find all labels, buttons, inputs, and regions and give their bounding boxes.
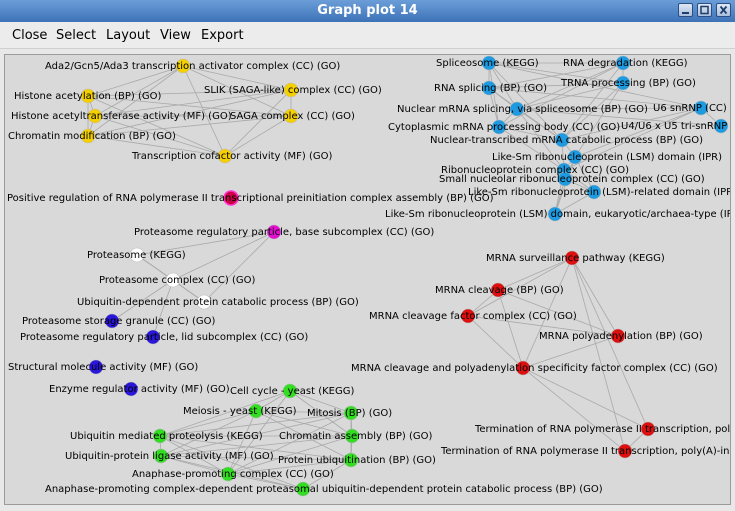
node-label: Small nucleolar ribonucleoprotein comple…	[439, 174, 705, 185]
node-label: RNA splicing (BP) (GO)	[434, 83, 547, 94]
node-label: Protein ubiquitination (BP) (GO)	[278, 455, 436, 466]
graph-edge	[571, 257, 619, 337]
node-label: Enzyme regulator activity (MF) (GO)	[49, 384, 230, 395]
node-label: Chromatin assembly (BP) (GO)	[279, 431, 432, 442]
window-titlebar: Graph plot 14	[0, 0, 735, 22]
node-label: Positive regulation of RNA polymerase II…	[7, 193, 494, 204]
node-label: RNA degradation (KEGG)	[563, 58, 688, 69]
graph-svg[interactable]: Ada2/Gcn5/Ada3 transcription activator c…	[5, 55, 730, 504]
menu-layout[interactable]: Layout	[106, 28, 150, 43]
window-title: Graph plot 14	[317, 3, 418, 18]
node-label: Histone acetylation (BP) (GO)	[14, 91, 161, 102]
node-label: MRNA polyadenylation (BP) (GO)	[539, 331, 703, 342]
graph-edge	[224, 115, 292, 157]
node-label: Termination of RNA polymerase II transcr…	[474, 424, 730, 435]
node-label: Ubiquitin mediated proteolysis (KEGG)	[70, 431, 263, 442]
node-label: Cell cycle - yeast (KEGG)	[230, 386, 354, 397]
node-label: Ada2/Gcn5/Ada3 transcription activator c…	[45, 61, 340, 72]
node-label: Proteasome complex (CC) (GO)	[99, 275, 255, 286]
node-label: TRNA processing (BP) (GO)	[560, 78, 696, 89]
node-label: Nuclear-transcribed mRNA catabolic proce…	[430, 135, 703, 146]
node-label: Ubiquitin-dependent protein catabolic pr…	[77, 297, 359, 308]
node-label: Termination of RNA polymerase II transcr…	[440, 446, 730, 457]
node-label: Anaphase-promoting complex-dependent pro…	[45, 484, 603, 495]
node-label: U4/U6 x U5 tri-snRNP	[621, 121, 727, 132]
node-label: SAGA complex (CC) (GO)	[230, 111, 355, 122]
node-label: SLIK (SAGA-like) complex (CC) (GO)	[204, 85, 382, 96]
graph-edge	[522, 367, 649, 430]
node-label: Transcription cofactor activity (MF) (GO…	[131, 151, 333, 162]
node-label: Like-Sm ribonucleoprotein (LSM)-related …	[468, 187, 730, 198]
close-icon[interactable]	[716, 3, 731, 17]
node-label: Like-Sm ribonucleoprotein (LSM) domain, …	[385, 209, 730, 220]
menu-export[interactable]: Export	[201, 28, 244, 43]
node-label: U6 snRNP (CC)	[653, 103, 727, 114]
graph-edge	[172, 231, 275, 281]
menu-select[interactable]: Select	[56, 28, 96, 43]
menu-close[interactable]: Close	[12, 28, 47, 43]
menu-bar: Close Select Layout View Export	[0, 22, 735, 49]
node-label: MRNA cleavage factor complex (CC) (GO)	[369, 311, 577, 322]
node-label: MRNA surveillance pathway (KEGG)	[486, 253, 665, 264]
graph-edge	[152, 279, 174, 338]
node-label: Structural molecule activity (MF) (GO)	[8, 362, 198, 373]
node-label: Proteasome regulatory particle, base sub…	[134, 227, 434, 238]
graph-edge	[203, 231, 275, 303]
minimize-icon[interactable]	[678, 3, 693, 17]
graph-edge	[522, 367, 626, 452]
node-label: MRNA cleavage (BP) (GO)	[435, 285, 564, 296]
graph-edge	[571, 257, 626, 452]
maximize-icon[interactable]	[697, 3, 712, 17]
node-label: Histone acetyltransferase activity (MF) …	[11, 111, 232, 122]
graph-edge	[224, 89, 292, 157]
node-label: Mitosis (BP) (GO)	[307, 408, 392, 419]
node-label: Chromatin modification (BP) (GO)	[8, 131, 176, 142]
node-label: Anaphase-promoting complex (CC) (GO)	[132, 469, 334, 480]
node-label: Proteasome storage granule (CC) (GO)	[22, 316, 215, 327]
node-label: Like-Sm ribonucleoprotein (LSM) domain (…	[492, 152, 722, 163]
node-label: Proteasome regulatory particle, lid subc…	[20, 332, 308, 343]
node-label: Proteasome (KEGG)	[87, 250, 186, 261]
menu-view[interactable]: View	[160, 28, 191, 43]
node-label: Nuclear mRNA splicing, via spliceosome (…	[397, 104, 648, 115]
node-label: Meiosis - yeast (KEGG)	[183, 406, 297, 417]
node-label: Spliceosome (KEGG)	[436, 58, 539, 69]
node-label: Ubiquitin-protein ligase activity (MF) (…	[65, 451, 274, 462]
graph-canvas[interactable]: Ada2/Gcn5/Ada3 transcription activator c…	[4, 54, 731, 505]
node-label: MRNA cleavage and polyadenylation specif…	[351, 363, 718, 374]
graph-edge	[87, 95, 226, 157]
graph-edge	[571, 257, 649, 430]
node-label: Cytoplasmic mRNA processing body (CC) (G…	[388, 122, 620, 133]
